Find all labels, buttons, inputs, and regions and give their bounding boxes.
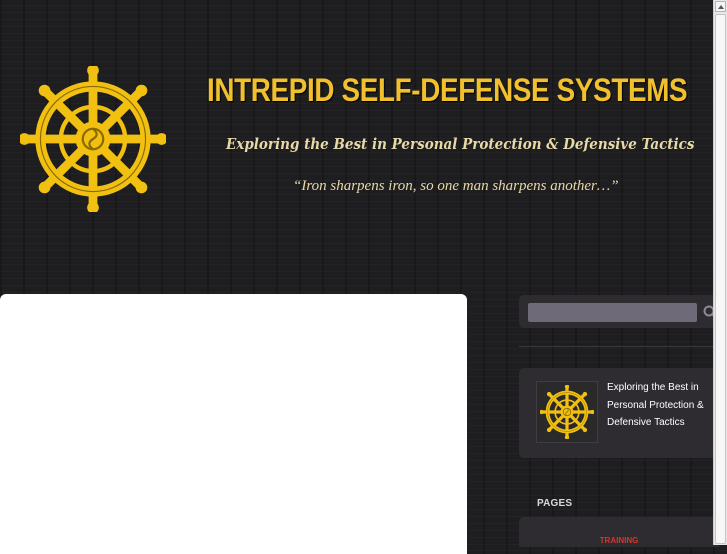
sidebar-divider <box>519 346 719 347</box>
dharma-wheel-icon[interactable] <box>20 66 166 212</box>
about-widget: Exploring the Best in Personal Protectio… <box>519 368 719 458</box>
main-content-area <box>0 294 467 554</box>
pages-heading: PAGES <box>537 498 573 509</box>
site-quote: “Iron sharpens iron, so one man sharpens… <box>293 178 619 194</box>
about-text: Exploring the Best in Personal Protectio… <box>607 382 704 428</box>
page-link-training[interactable]: TRAINING <box>519 536 719 545</box>
site-tagline: Exploring the Best in Personal Protectio… <box>226 135 695 153</box>
scroll-up-button[interactable] <box>715 1 726 12</box>
pages-list: TRAINING <box>519 517 719 547</box>
search-input[interactable] <box>528 303 697 322</box>
search-widget <box>519 295 719 328</box>
scrollbar-thumb[interactable] <box>715 14 726 544</box>
site-title[interactable]: INTREPID SELF-DEFENSE SYSTEMS <box>207 72 688 109</box>
about-thumbnail <box>536 381 598 443</box>
site-header: INTREPID SELF-DEFENSE SYSTEMS Exploring … <box>0 0 727 270</box>
vertical-scrollbar[interactable] <box>713 0 727 545</box>
